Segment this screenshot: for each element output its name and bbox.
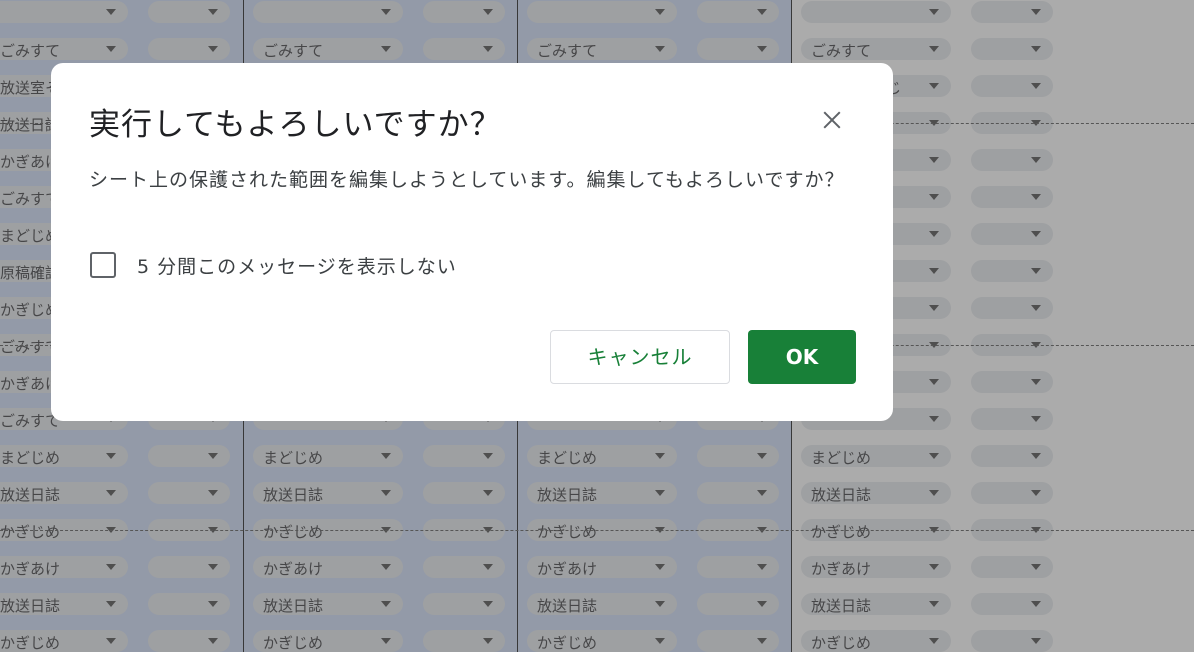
dont-show-again-checkbox[interactable]: [90, 252, 116, 278]
dialog-title: 実行してもよろしいですか？: [89, 107, 502, 143]
confirm-dialog: 実行してもよろしいですか？ シート上の保護された範囲を編集しようとしています。編…: [51, 63, 893, 421]
dont-show-again-label[interactable]: 5 分間このメッセージを表示しない: [137, 252, 457, 279]
dialog-message: シート上の保護された範囲を編集しようとしています。編集してもよろしいですか？: [89, 169, 845, 191]
close-icon[interactable]: [817, 105, 847, 135]
ok-button[interactable]: OK: [748, 330, 856, 384]
cancel-button[interactable]: キャンセル: [550, 330, 730, 384]
